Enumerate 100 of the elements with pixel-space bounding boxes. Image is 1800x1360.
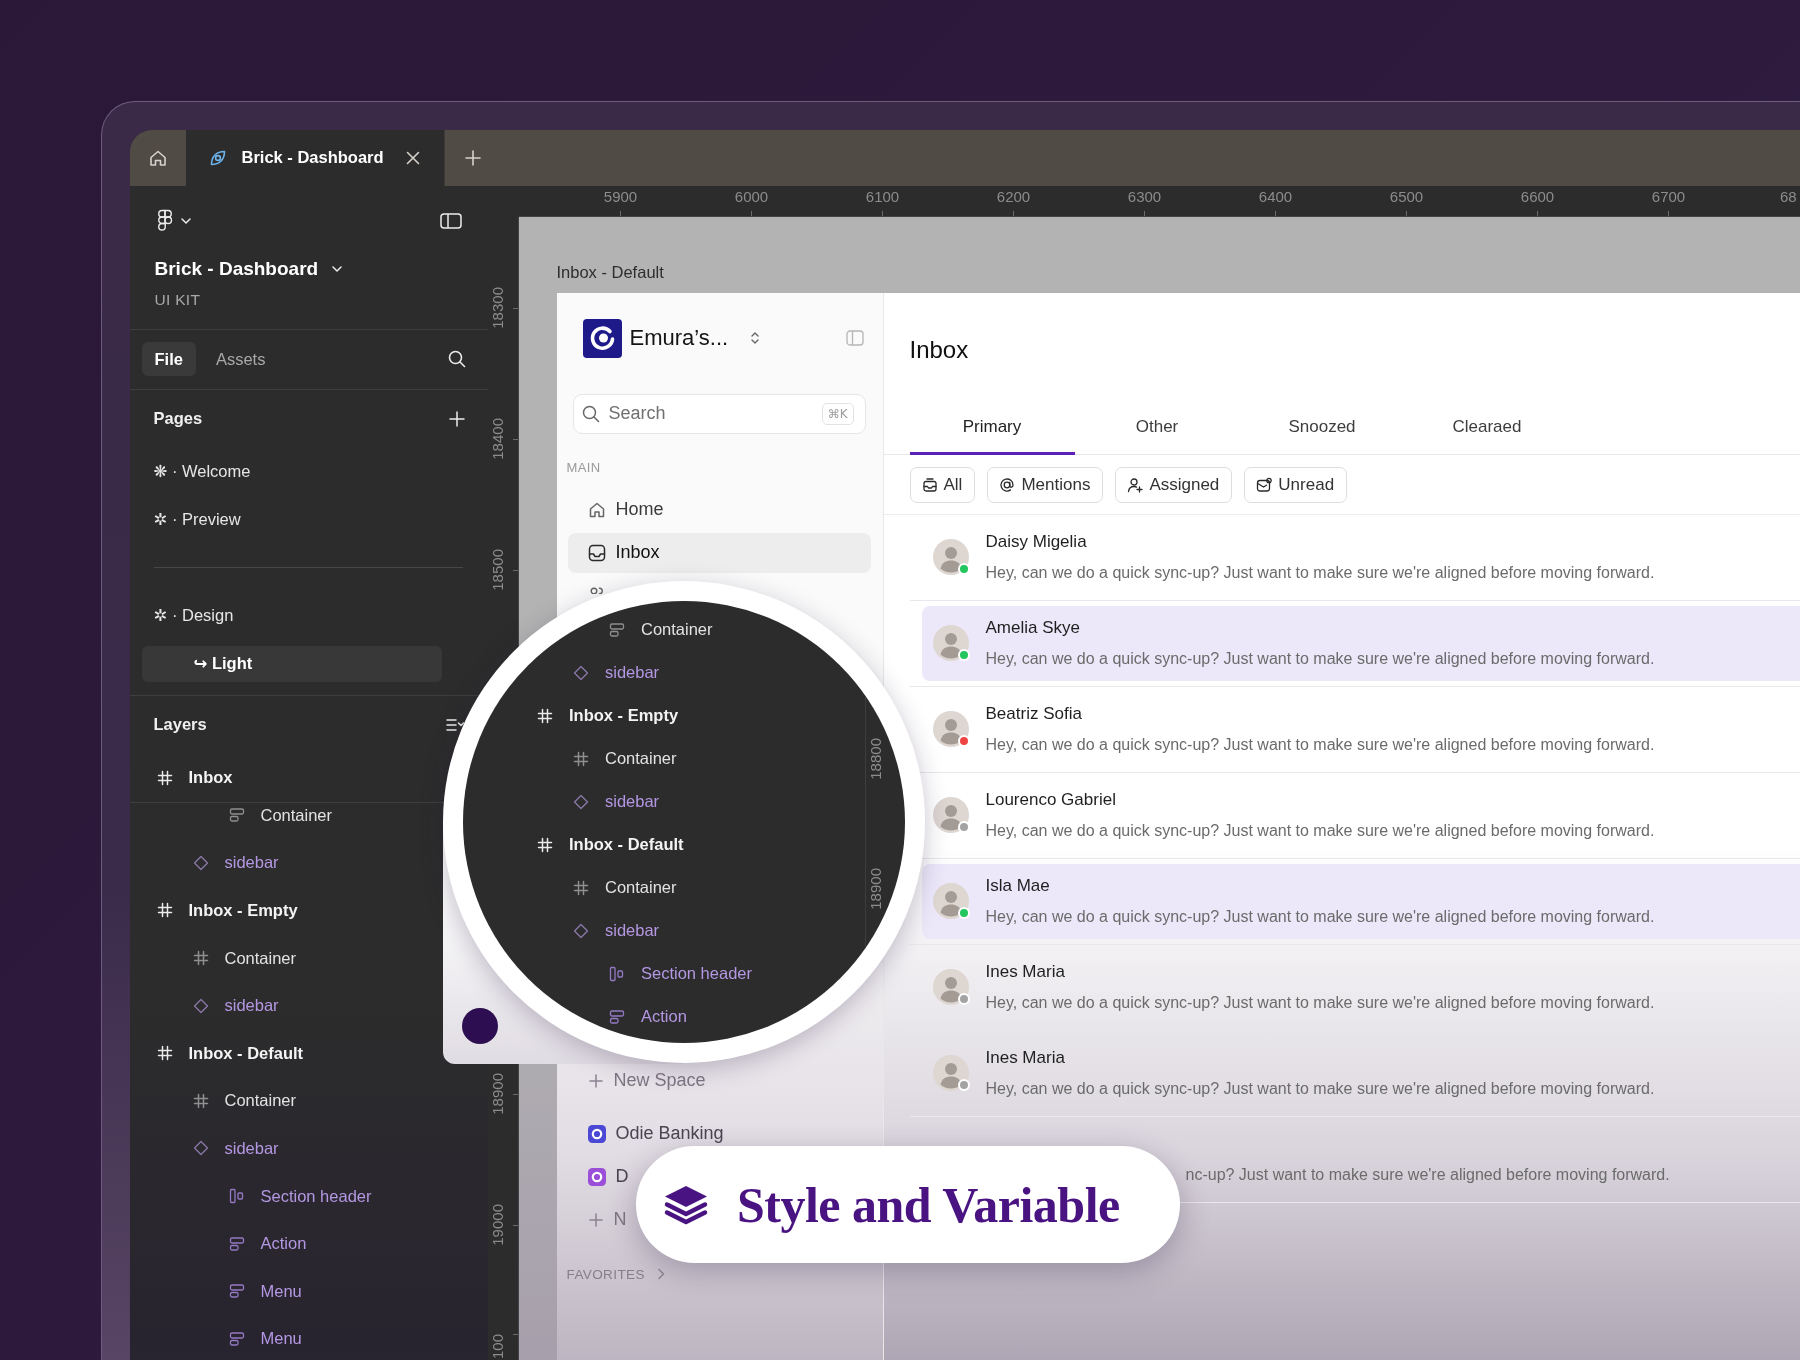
layer-item[interactable]: Menu <box>260 1281 302 1301</box>
layer-item[interactable]: sidebar <box>224 996 279 1016</box>
space-item[interactable]: D <box>567 1164 629 1189</box>
layer-item[interactable]: Container <box>224 948 297 968</box>
at-sign-icon <box>999 476 1016 493</box>
tray-icon <box>921 476 938 493</box>
message-preview: Hey, can we do a quick sync-up? Just want to make sure we're aligned before moving forward. <box>985 820 1655 841</box>
logo-icon[interactable] <box>156 208 173 233</box>
panel-tab[interactable]: File <box>141 342 196 376</box>
message-row[interactable]: Beatriz Sofia Hey, can we do a quick sync-up? Just want to make sure we're aligned before moving forward. <box>921 691 1800 767</box>
layer-item[interactable]: Action <box>260 1234 307 1254</box>
chevron-up-down-icon[interactable] <box>750 330 761 346</box>
layer-item[interactable]: sidebar <box>224 853 279 873</box>
message-row[interactable]: Isla Mae Hey, can we do a quick sync-up? Just want to make sure we're aligned before moving forward. <box>921 863 1800 939</box>
layer-item[interactable]: sidebar <box>605 921 660 940</box>
layer-item[interactable]: Container <box>641 620 713 639</box>
layers-icon <box>663 1183 709 1226</box>
chevron-down-icon[interactable] <box>180 217 191 224</box>
hash-icon <box>537 707 553 724</box>
panel-tab[interactable]: Assets <box>202 342 279 376</box>
search-icon[interactable] <box>447 350 466 368</box>
page-item[interactable]: ✲ · Design <box>141 597 442 634</box>
layer-item[interactable]: Action <box>641 1007 687 1026</box>
layer-item[interactable]: sidebar <box>224 1138 279 1158</box>
section-label: MAIN <box>566 459 601 476</box>
layer-item[interactable]: Inbox - Default <box>569 835 684 854</box>
sidebar-toggle-icon[interactable] <box>845 330 864 346</box>
sender-name: Beatriz Sofia <box>985 702 1082 725</box>
bars-icon <box>228 1283 245 1300</box>
avatar-icon <box>932 1055 969 1091</box>
nav-item[interactable]: Home <box>567 489 871 530</box>
layer-item[interactable]: Section header <box>641 964 752 983</box>
bars-icon <box>609 1008 625 1025</box>
plus-icon[interactable] <box>447 409 466 428</box>
hash-icon <box>156 769 173 786</box>
ruler-label: 18900 <box>867 868 884 910</box>
dot-icon <box>462 1008 498 1044</box>
diamond-icon <box>573 922 589 939</box>
inbox-tab[interactable]: Clearaed <box>1404 398 1570 455</box>
message-row[interactable]: Amelia Skye Hey, can we do a quick sync-up? Just want to make sure we're aligned before moving forward. <box>921 605 1800 681</box>
message-row[interactable]: Lourenco Gabriel Hey, can we do a quick sync-up? Just want to make sure we're aligned before moving forward. <box>921 777 1800 853</box>
ruler-label: 18900 <box>488 1073 506 1115</box>
layer-item[interactable]: sidebar <box>605 792 660 811</box>
layer-item[interactable]: Inbox - Default <box>188 1043 304 1063</box>
message-preview: Hey, can we do a quick sync-up? Just want to make sure we're aligned before moving forward. <box>985 1078 1655 1099</box>
diamond-icon <box>192 854 209 871</box>
logo-icon <box>582 318 622 358</box>
close-icon[interactable] <box>405 150 420 165</box>
inbox-tab[interactable]: Snoozed <box>1239 398 1405 455</box>
message-row[interactable]: nc-up? Just want to make sure we're aligned before moving forward. <box>1182 1121 1800 1197</box>
filter-button[interactable]: All <box>909 466 976 503</box>
file-subtitle: UI KIT <box>154 289 201 310</box>
layer-item[interactable]: Inbox - Empty <box>569 706 679 725</box>
chevron-down-icon[interactable] <box>332 265 343 272</box>
ruler-label: 18300 <box>488 287 506 329</box>
message-preview: nc-up? Just want to make sure we're aligned before moving forward. <box>1185 1164 1670 1185</box>
page-item[interactable]: ↪ Light <box>141 645 442 682</box>
search-icon <box>581 404 600 423</box>
layer-item[interactable]: Container <box>260 805 333 825</box>
message-row[interactable]: Ines Maria Hey, can we do a quick sync-up? Just want to make sure we're aligned before moving forward. <box>921 1035 1800 1111</box>
section-title: Layers <box>153 715 207 734</box>
space-item[interactable]: Odie Banking <box>567 1121 724 1146</box>
nav-item[interactable]: Inbox <box>567 532 871 573</box>
message-preview: Hey, can we do a quick sync-up? Just want to make sure we're aligned before moving forward. <box>985 734 1655 755</box>
inbox-tab[interactable]: Primary <box>909 398 1075 455</box>
diamond-icon <box>192 1140 209 1157</box>
layer-item[interactable]: Container <box>605 878 677 897</box>
layer-item[interactable]: Container <box>224 1091 297 1111</box>
message-row[interactable]: Ines Maria Hey, can we do a quick sync-up? Just want to make sure we're aligned before moving forward. <box>921 949 1800 1025</box>
plus-icon <box>587 1072 604 1089</box>
inbox-tab[interactable]: Other <box>1074 398 1240 455</box>
document-tab[interactable]: Brick - Dashboard <box>185 129 444 186</box>
ruler-label: 18400 <box>488 418 506 460</box>
filter-button[interactable]: Assigned <box>1115 466 1233 503</box>
plus-icon <box>587 1211 604 1228</box>
bars-icon <box>228 1330 245 1347</box>
frame-label[interactable]: Inbox - Default <box>556 262 664 281</box>
diamond-icon <box>192 997 209 1014</box>
layer-item[interactable]: Inbox - Empty <box>188 901 298 920</box>
ruler-label: 6100 <box>865 187 900 205</box>
layer-item[interactable]: Container <box>605 749 677 768</box>
layer-item[interactable]: Inbox <box>188 768 233 787</box>
section-title: Pages <box>153 409 203 428</box>
file-name[interactable]: Brick - Dashboard <box>154 256 319 281</box>
layer-item[interactable]: Section header <box>260 1186 372 1206</box>
filter-button[interactable]: Unread <box>1244 466 1348 503</box>
page-item[interactable]: ✲ · Preview <box>141 501 442 538</box>
layer-item[interactable]: Menu <box>260 1329 302 1349</box>
bars-icon <box>228 1235 245 1252</box>
avatar-icon <box>932 711 969 747</box>
workspace-name[interactable]: Emura’s... <box>629 325 729 351</box>
layer-item[interactable]: sidebar <box>605 663 660 682</box>
message-row[interactable]: Daisy Migelia Hey, can we do a quick sync-up? Just want to make sure we're aligned before moving forward. <box>921 519 1800 595</box>
ruler-label: 100 <box>488 1333 506 1359</box>
list-icon[interactable] <box>445 716 464 733</box>
page-item[interactable]: ❋ · Welcome <box>141 453 442 490</box>
columns-icon <box>228 1188 245 1205</box>
filter-button[interactable]: Mentions <box>987 466 1104 503</box>
sender-name: Amelia Skye <box>985 616 1080 639</box>
ruler-label: 5900 <box>603 187 638 205</box>
